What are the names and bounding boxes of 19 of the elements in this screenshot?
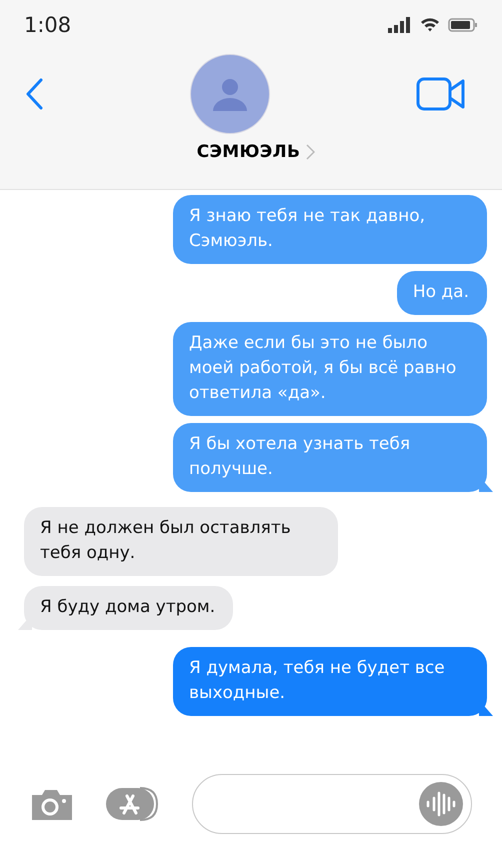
audio-icon[interactable] [419, 782, 463, 826]
app-store-icon[interactable] [106, 787, 158, 821]
wifi-icon [420, 17, 440, 33]
received-message: Я буду дома утром. [24, 586, 234, 630]
sent-message: Но да. [396, 271, 487, 315]
sent-message: Я думала, тебя не будет все выходные. [173, 647, 487, 716]
signal-icon [388, 17, 412, 33]
back-icon[interactable] [25, 78, 43, 110]
status-time: 1:08 [24, 13, 72, 37]
contact-name[interactable]: СЭМЮЭЛЬ [196, 142, 300, 162]
chevron-icon[interactable] [306, 144, 316, 160]
received-message: Я не должен был оставлять тебя одну. [24, 507, 338, 576]
battery-icon [448, 18, 478, 32]
avatar-icon[interactable] [190, 54, 270, 134]
video-call-icon[interactable] [416, 77, 466, 111]
sent-message: Даже если бы это не было моей работой, я бы всё равно ответила «да». [173, 322, 487, 416]
camera-icon[interactable] [30, 787, 74, 821]
sent-message: Я знаю тебя не так давно, Сэмюэль. [173, 195, 487, 264]
sent-message: Я бы хотела узнать тебя получше. [173, 423, 487, 492]
